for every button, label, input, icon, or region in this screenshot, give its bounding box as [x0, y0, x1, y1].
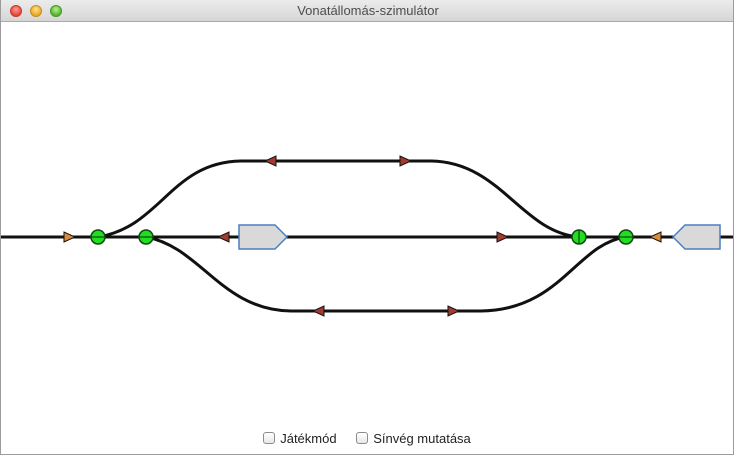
show-track-end-checkbox[interactable]: [356, 431, 369, 444]
bottom-controls: Játékmód Sínvég mutatása: [1, 429, 733, 447]
game-mode-checkbox[interactable]: [263, 431, 276, 444]
app-window: Vonatállomás-szimulátor Játékmód Sínvég …: [0, 0, 734, 455]
switch-left-lower[interactable]: [138, 229, 154, 245]
show-track-end-toggle[interactable]: Sínvég mutatása: [356, 430, 471, 446]
switch-left-upper[interactable]: [90, 229, 106, 245]
title-bar: Vonatállomás-szimulátor: [1, 0, 733, 22]
signal-lower-left[interactable]: [311, 305, 325, 317]
switch-right-upper[interactable]: [571, 229, 587, 245]
train-block-right[interactable]: [671, 224, 721, 250]
track-layout-canvas[interactable]: [1, 22, 734, 422]
signal-upper-left[interactable]: [263, 155, 277, 167]
upper-track: [97, 159, 580, 239]
signal-main-right-exit[interactable]: [496, 231, 510, 243]
signal-main-left-entry[interactable]: [63, 231, 77, 243]
switch-right-lower[interactable]: [618, 229, 634, 245]
show-track-end-label: Sínvég mutatása: [373, 430, 471, 446]
signal-upper-right[interactable]: [399, 155, 413, 167]
signal-main-left-exit[interactable]: [216, 231, 230, 243]
lower-track: [145, 235, 627, 313]
signal-lower-right[interactable]: [447, 305, 461, 317]
train-block-left[interactable]: [238, 224, 289, 250]
window-title: Vonatállomás-szimulátor: [297, 3, 439, 18]
signal-main-right-entry[interactable]: [648, 231, 662, 243]
game-mode-toggle[interactable]: Játékmód: [263, 430, 337, 446]
game-mode-label: Játékmód: [280, 430, 337, 446]
